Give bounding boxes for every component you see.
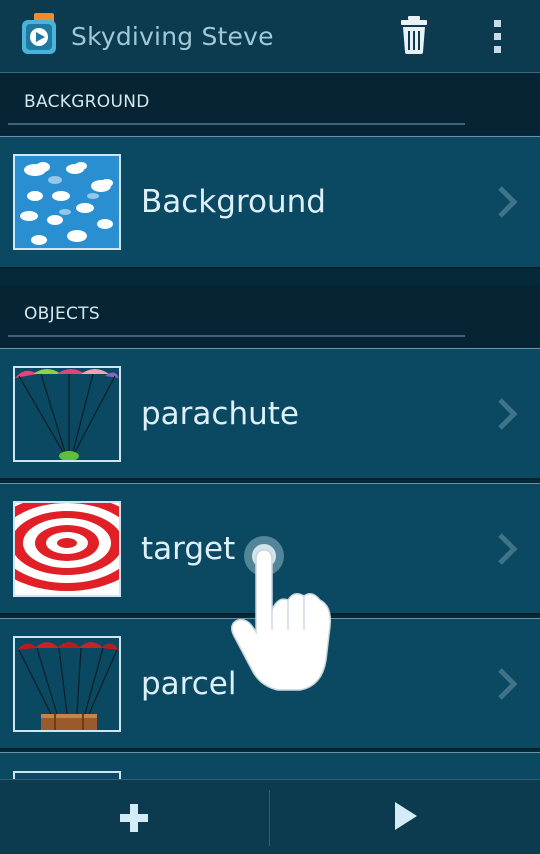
- bottom-bar: [0, 779, 540, 854]
- play-button[interactable]: [270, 780, 540, 854]
- section-divider: [8, 123, 465, 125]
- play-icon: [395, 802, 417, 830]
- add-object-button[interactable]: [0, 780, 269, 854]
- plus-icon: [120, 804, 148, 832]
- section-divider: [8, 335, 465, 337]
- chevron-right-icon: [496, 532, 518, 566]
- list-item-parachute[interactable]: parachute: [0, 348, 540, 480]
- parcel-thumbnail: [13, 636, 121, 732]
- chevron-right-icon: [496, 667, 518, 701]
- app-title: Skydiving Steve: [71, 22, 274, 51]
- parachute-thumbnail: [13, 366, 121, 462]
- section-title: OBJECTS: [24, 304, 100, 324]
- list-item-label: parcel: [141, 665, 237, 702]
- list-item-parcel[interactable]: parcel: [0, 618, 540, 750]
- chevron-right-icon: [496, 185, 518, 219]
- chevron-right-icon: [496, 397, 518, 431]
- target-thumbnail: [13, 501, 121, 597]
- list-item-label: parachute: [141, 395, 299, 432]
- clouds-sky-thumbnail: [13, 154, 121, 250]
- overflow-menu-icon[interactable]: [484, 16, 512, 56]
- section-title: BACKGROUND: [24, 92, 150, 112]
- action-bar: Skydiving Steve: [0, 0, 540, 73]
- list-item-label: target: [141, 530, 236, 567]
- list-item-background[interactable]: Background: [0, 136, 540, 269]
- section-header-background: BACKGROUND: [0, 73, 540, 135]
- section-header-objects: OBJECTS: [0, 285, 540, 347]
- list-item-target[interactable]: target: [0, 483, 540, 615]
- trash-icon[interactable]: [396, 14, 432, 56]
- list-item-label: Background: [141, 184, 326, 220]
- app-icon[interactable]: [20, 12, 60, 58]
